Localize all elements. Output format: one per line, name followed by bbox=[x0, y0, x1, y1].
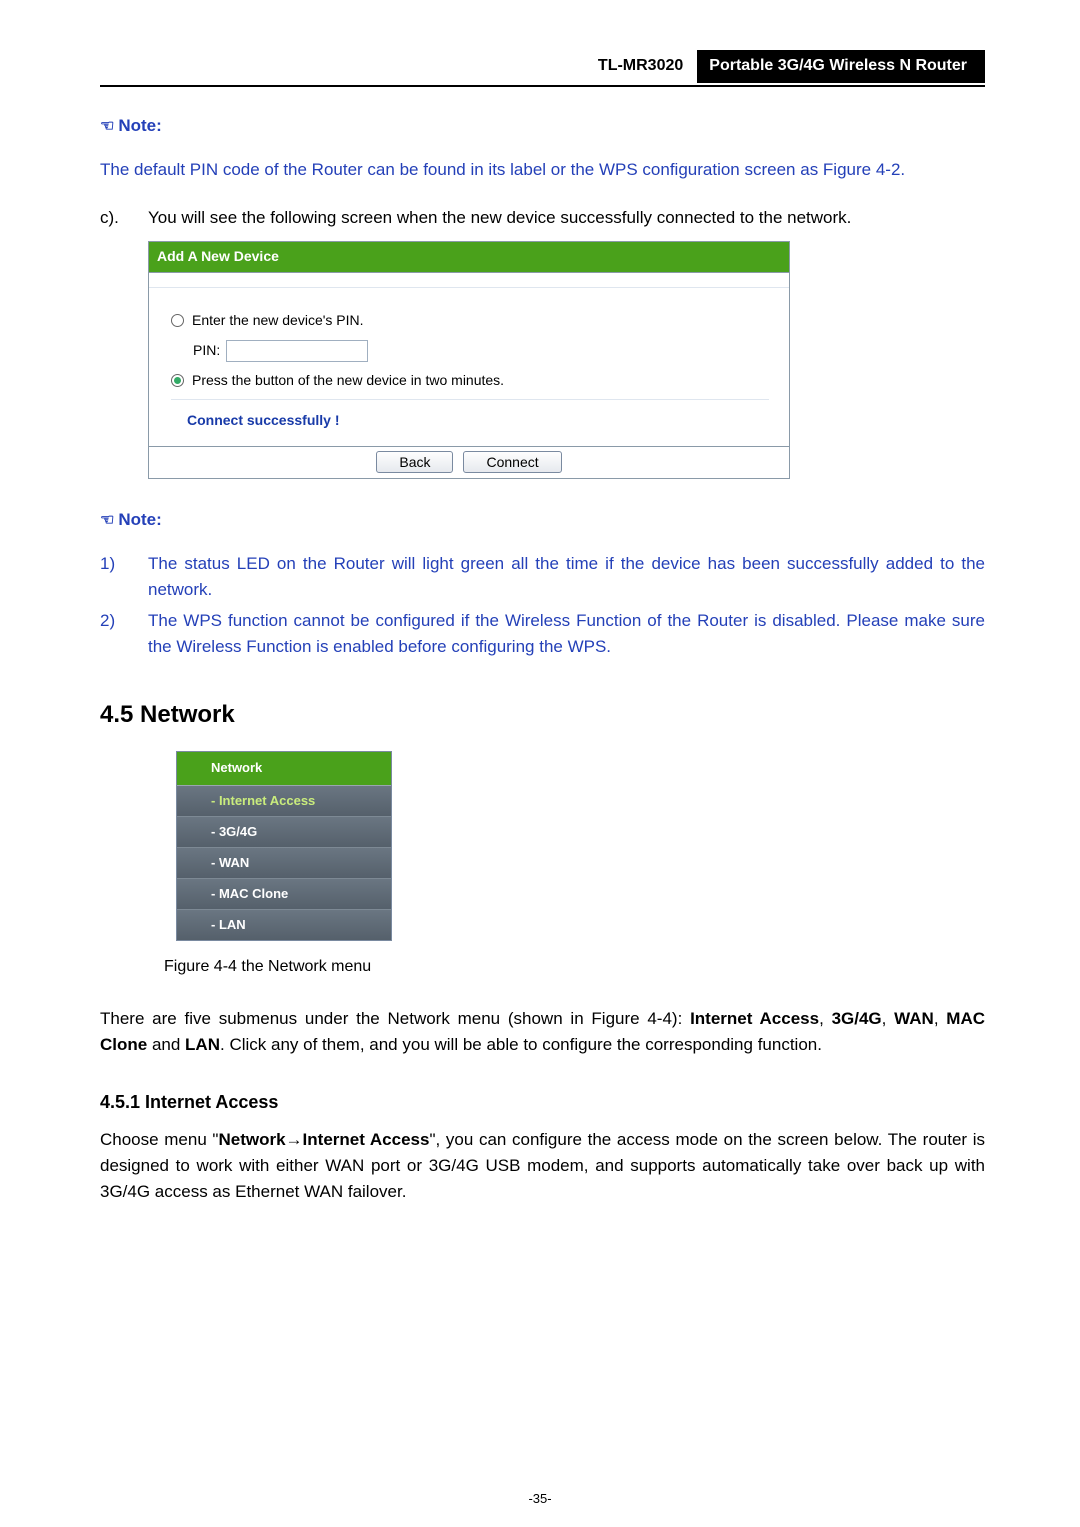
note-2-heading: ☞Note: bbox=[100, 507, 985, 534]
menu-item-3g4g[interactable]: - 3G/4G bbox=[177, 817, 391, 848]
note-1-body: The default PIN code of the Router can b… bbox=[100, 157, 985, 183]
hand-icon: ☞ bbox=[100, 509, 114, 534]
pin-input[interactable] bbox=[226, 340, 368, 362]
page-header: TL-MR3020 Portable 3G/4G Wireless N Rout… bbox=[100, 50, 985, 87]
figure-caption: Figure 4-4 the Network menu bbox=[164, 955, 985, 980]
section-heading-network: 4.5 Network bbox=[100, 696, 985, 733]
page-number: -35- bbox=[528, 1489, 551, 1509]
subsection-heading-internet-access: 4.5.1 Internet Access bbox=[100, 1089, 985, 1117]
network-menu-header: Network bbox=[177, 752, 391, 785]
network-menu: Network - Internet Access - 3G/4G - WAN … bbox=[176, 751, 392, 941]
list-item-c: c). You will see the following screen wh… bbox=[100, 205, 985, 231]
list-label-c: c). bbox=[100, 205, 148, 231]
radio-icon[interactable] bbox=[171, 374, 184, 387]
radio-press-button[interactable]: Press the button of the new device in tw… bbox=[171, 370, 769, 392]
submenu-paragraph: There are five submenus under the Networ… bbox=[100, 1006, 985, 1059]
note-item-number: 1) bbox=[100, 551, 148, 604]
pin-label: PIN: bbox=[193, 340, 220, 362]
radio-enter-pin[interactable]: Enter the new device's PIN. bbox=[171, 310, 769, 332]
hand-icon: ☞ bbox=[100, 115, 114, 140]
menu-item-lan[interactable]: - LAN bbox=[177, 910, 391, 940]
back-button[interactable]: Back bbox=[376, 451, 453, 473]
header-subtitle: Portable 3G/4G Wireless N Router bbox=[697, 50, 985, 83]
radio-icon[interactable] bbox=[171, 314, 184, 327]
connect-button[interactable]: Connect bbox=[463, 451, 561, 473]
list-text-c: You will see the following screen when t… bbox=[148, 205, 985, 231]
header-model: TL-MR3020 bbox=[588, 50, 697, 83]
menu-item-mac-clone[interactable]: - MAC Clone bbox=[177, 879, 391, 910]
menu-item-wan[interactable]: - WAN bbox=[177, 848, 391, 879]
connect-success-text: Connect successfully ! bbox=[171, 399, 769, 438]
note-1-heading: ☞Note: bbox=[100, 113, 985, 140]
menu-item-internet-access[interactable]: - Internet Access bbox=[177, 786, 391, 817]
internet-access-paragraph: Choose menu "Network→Internet Access", y… bbox=[100, 1127, 985, 1206]
radio-press-button-label: Press the button of the new device in tw… bbox=[192, 370, 504, 392]
note-2-item-1: 1) The status LED on the Router will lig… bbox=[100, 551, 985, 604]
add-device-title: Add A New Device bbox=[149, 242, 789, 273]
note-item-text: The WPS function cannot be configured if… bbox=[148, 608, 985, 661]
note-item-text: The status LED on the Router will light … bbox=[148, 551, 985, 604]
add-device-panel: Add A New Device Enter the new device's … bbox=[148, 241, 790, 479]
note-2-item-2: 2) The WPS function cannot be configured… bbox=[100, 608, 985, 661]
note-item-number: 2) bbox=[100, 608, 148, 661]
radio-enter-pin-label: Enter the new device's PIN. bbox=[192, 310, 364, 332]
